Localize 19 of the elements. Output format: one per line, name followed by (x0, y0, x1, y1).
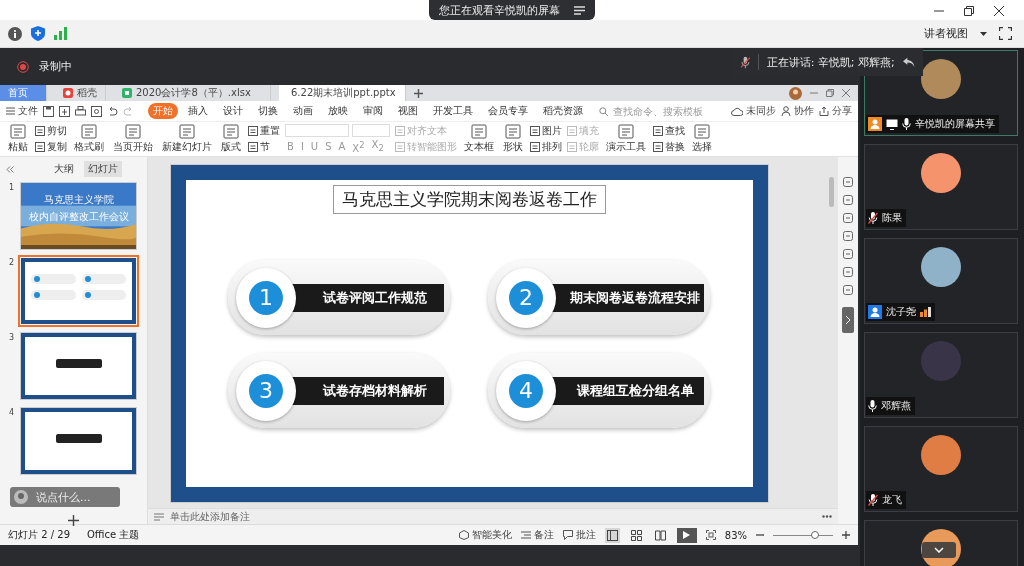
slide-number: 2 (9, 258, 15, 269)
share-text: 您正在观看辛悦凯的屏幕 (439, 2, 560, 18)
theme-name: Office 主题 (87, 528, 140, 542)
participant-name: 邓辉燕 (881, 399, 911, 413)
agenda-number: 3 (249, 373, 283, 408)
participant-name: 陈果 (882, 211, 902, 225)
agenda-number: 1 (249, 280, 283, 315)
thumbnail-title: 马克思主义学院 (43, 193, 114, 207)
participant-name: 沈子尧 (886, 305, 916, 319)
thumbnail-title: 校内自评整改工作会议 (28, 210, 129, 224)
agenda-number: 4 (509, 373, 543, 408)
participant-name: 龙飞 (882, 493, 902, 507)
slide-counter: 幻灯片 2 / 29 (8, 528, 70, 542)
slide-number: 4 (9, 408, 15, 419)
agenda-number: 2 (509, 280, 543, 315)
participant-name: 辛悦凯的屏幕共享 (915, 117, 995, 131)
recording-label: 录制中 (39, 59, 72, 74)
slide-number: 1 (9, 183, 15, 194)
slide-number: 3 (9, 333, 15, 344)
